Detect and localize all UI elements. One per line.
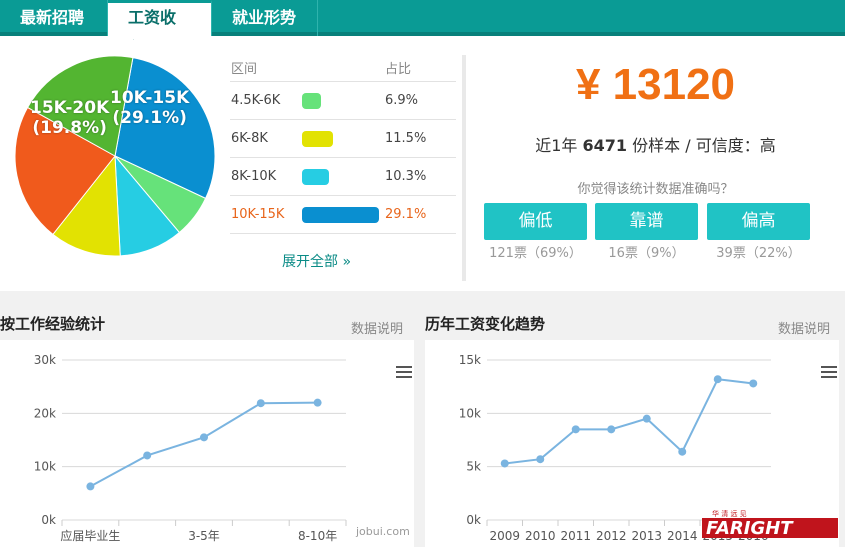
vote-accurate-button[interactable]: 靠谱 [595, 203, 698, 240]
data-point[interactable] [571, 425, 580, 434]
svg-text:FARIGHT: FARIGHT [706, 518, 794, 539]
pie-label-range: 15K-20K [30, 98, 110, 118]
row-range: 8K-10K [231, 169, 277, 184]
data-point[interactable] [749, 379, 758, 388]
header-range: 区间 [231, 62, 258, 77]
row-ratio: 10.3% [385, 169, 427, 184]
row-ratio: 6.9% [385, 93, 419, 108]
data-point[interactable] [143, 451, 152, 460]
tab-latest-jobs[interactable]: 最新招聘 [0, 0, 108, 36]
pie-label-15k-20k: 15K-20K (19.8%) [30, 98, 109, 138]
row-ratio: 11.5% [385, 131, 427, 146]
y-tick-label: 0k [466, 513, 481, 527]
data-point[interactable] [607, 425, 616, 434]
pie-label-pct: (29.1%) [112, 108, 187, 128]
y-tick-label: 30k [34, 353, 56, 367]
vote-low-button[interactable]: 偏低 [484, 203, 587, 240]
table-row: 6K-8K 11.5% [230, 120, 456, 158]
vote-high-button[interactable]: 偏高 [707, 203, 810, 240]
pie-label-10k-15k: 10K-15K (29.1%) [110, 88, 189, 128]
pie-label-range: 10K-15K [110, 88, 190, 108]
salary-distribution-table: 区间 占比 4.5K-6K 6.9% 6K-8K 11.5% 8K-10K 10… [230, 57, 456, 234]
x-tick-label: 8-10年 [298, 529, 337, 543]
y-tick-label: 10k [459, 406, 481, 420]
data-point[interactable] [500, 459, 509, 468]
table-row: 8K-10K 10.3% [230, 158, 456, 196]
x-tick-label: 2009 [489, 529, 520, 543]
svg-text:华 清 远 见: 华 清 远 见 [712, 509, 747, 518]
series-line [504, 378, 754, 465]
table-header: 区间 占比 [230, 57, 456, 82]
data-point[interactable] [313, 398, 322, 407]
y-tick-label: 20k [34, 406, 56, 420]
vote-low-count: 121票（69%） [489, 246, 582, 261]
x-tick-label: 2010 [525, 529, 556, 543]
row-range: 10K-15K [231, 207, 285, 222]
color-swatch [302, 207, 379, 223]
chart-menu-icon[interactable] [396, 366, 412, 378]
row-ratio: 29.1% [385, 207, 427, 222]
series-line [89, 401, 318, 488]
y-tick-label: 0k [41, 513, 56, 527]
y-tick-label: 5k [466, 460, 481, 474]
color-swatch [302, 169, 329, 185]
y-tick-label: 15k [459, 353, 481, 367]
sample-info: 近1年 6471 份样本 / 可信度：高 [466, 132, 845, 156]
expand-all-link[interactable]: 展开全部 » [282, 251, 351, 271]
accuracy-question: 你觉得该统计数据准确吗？ [577, 182, 734, 197]
sample-suffix: 份样本 / 可信度：高 [632, 136, 776, 155]
table-row: 10K-15K 29.1% [230, 196, 456, 234]
pie-label-pct: (19.8%) [32, 118, 107, 138]
color-swatch [302, 93, 321, 109]
data-point[interactable] [642, 414, 651, 423]
color-swatch [302, 131, 333, 147]
salary-pie-chart [14, 55, 216, 257]
row-range: 4.5K-6K [231, 93, 281, 108]
experience-chart-title: 按工作经验统计 [0, 315, 106, 333]
table-row: 4.5K-6K 6.9% [230, 82, 456, 120]
experience-chart-panel: 0k 10k 20k 30k 应届毕业生 3-5年 8-10年 [0, 340, 414, 547]
x-tick-label: 2013 [631, 529, 662, 543]
tab-salary-income[interactable]: 工资收入 [108, 0, 212, 57]
vote-high-count: 39票（22%） [716, 246, 801, 261]
experience-data-note-link[interactable]: 数据说明 [351, 318, 403, 337]
y-tick-label: 10k [34, 460, 56, 474]
x-tick-label: 2011 [560, 529, 591, 543]
watermark: jobui.com [356, 525, 410, 538]
data-point[interactable] [256, 399, 265, 408]
data-point[interactable] [86, 482, 95, 491]
data-point[interactable] [536, 455, 545, 464]
chart-menu-icon[interactable] [821, 366, 837, 378]
fariGHT-logo: FARIGHT 华 清 远 见 [702, 509, 838, 539]
x-tick-label: 应届毕业生 [60, 528, 120, 543]
sample-prefix: 近1年 [535, 136, 578, 155]
tab-employment-trend[interactable]: 就业形势 [212, 0, 318, 36]
x-tick-label: 2012 [596, 529, 627, 543]
data-point[interactable] [678, 447, 687, 456]
trend-data-note-link[interactable]: 数据说明 [778, 318, 830, 337]
x-tick-label: 3-5年 [188, 529, 220, 543]
sample-count: 6471 [582, 136, 628, 155]
row-range: 6K-8K [231, 131, 268, 146]
average-salary: ¥ 13120 [575, 60, 736, 109]
trend-chart-title: 历年工资变化趋势 [425, 315, 546, 333]
experience-line-chart: 0k 10k 20k 30k 应届毕业生 3-5年 8-10年 [34, 353, 347, 543]
x-tick-label: 2014 [667, 529, 698, 543]
header-ratio: 占比 [385, 62, 412, 77]
data-point[interactable] [713, 375, 722, 384]
vote-accurate-count: 16票（9%） [608, 246, 685, 261]
data-point[interactable] [200, 433, 208, 442]
